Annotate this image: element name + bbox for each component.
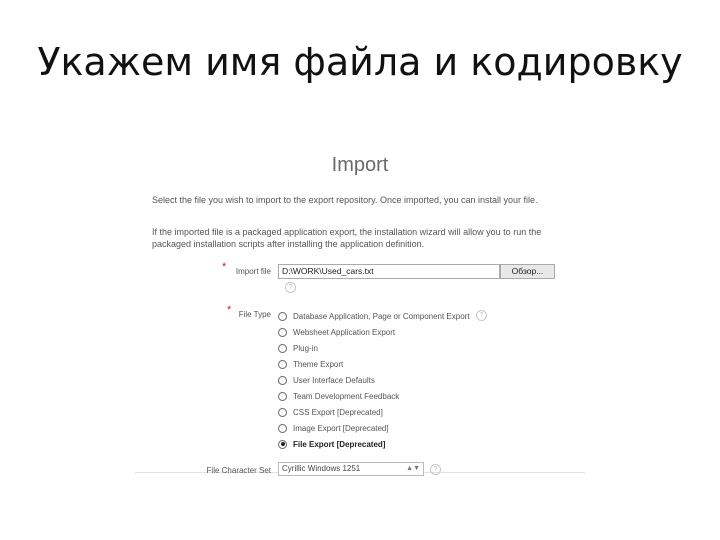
- file-type-radio-group: Database Application, Page or Component …: [278, 308, 470, 452]
- file-type-option-label: CSS Export [Deprecated]: [293, 407, 383, 417]
- radio-icon[interactable]: [278, 311, 287, 321]
- file-type-option-label: User Interface Defaults: [293, 375, 375, 385]
- browse-button[interactable]: Обзор...: [500, 264, 555, 279]
- slide-title: Укажем имя файла и кодировку: [37, 40, 683, 84]
- file-type-option-label: Theme Export: [293, 359, 344, 369]
- radio-icon[interactable]: [278, 391, 287, 401]
- file-type-option[interactable]: Image Export [Deprecated]: [278, 420, 470, 436]
- import-file-label: Import file: [235, 267, 271, 276]
- help-icon[interactable]: ?: [430, 464, 441, 475]
- charset-label: File Character Set: [206, 466, 271, 475]
- import-dialog: Import Select the file you wish to impor…: [135, 140, 585, 480]
- radio-icon[interactable]: [278, 407, 287, 417]
- radio-icon[interactable]: [278, 375, 287, 385]
- file-type-option-label: Websheet Application Export: [293, 327, 396, 337]
- radio-icon[interactable]: [278, 343, 287, 353]
- chevron-updown-icon: ▲▼: [406, 465, 420, 472]
- radio-selected-icon[interactable]: [278, 439, 287, 449]
- file-type-option[interactable]: Team Development Feedback: [278, 388, 470, 404]
- file-type-label: File Type: [238, 310, 271, 319]
- file-type-option[interactable]: Theme Export: [278, 356, 470, 372]
- file-type-option-label: File Export [Deprecated]: [293, 439, 386, 449]
- charset-select[interactable]: Cyrillic Windows 1251 ▲▼: [278, 462, 424, 476]
- radio-icon[interactable]: [278, 359, 287, 369]
- file-type-option-label: Team Development Feedback: [293, 391, 400, 401]
- file-type-option[interactable]: Websheet Application Export: [278, 324, 470, 340]
- help-icon[interactable]: ?: [285, 282, 296, 293]
- charset-value: Cyrillic Windows 1251: [282, 464, 361, 473]
- file-type-option[interactable]: User Interface Defaults: [278, 372, 470, 388]
- help-icon[interactable]: ?: [476, 310, 487, 321]
- radio-icon[interactable]: [278, 327, 287, 337]
- dialog-description: Select the file you wish to import to th…: [152, 195, 538, 205]
- dialog-description-package: If the imported file is a packaged appli…: [152, 227, 542, 249]
- file-type-option[interactable]: File Export [Deprecated]: [278, 436, 470, 452]
- file-type-option-label: Plug-in: [293, 343, 318, 353]
- import-file-input[interactable]: D:\WORK\Used_cars.txt: [278, 264, 500, 279]
- file-type-option-label: Image Export [Deprecated]: [293, 423, 389, 433]
- file-type-option-label: Database Application, Page or Component …: [293, 311, 470, 321]
- file-type-option[interactable]: Plug-in: [278, 340, 470, 356]
- file-type-option[interactable]: Database Application, Page or Component …: [278, 308, 470, 324]
- radio-icon[interactable]: [278, 423, 287, 433]
- file-type-option[interactable]: CSS Export [Deprecated]: [278, 404, 470, 420]
- dialog-title: Import: [331, 154, 389, 176]
